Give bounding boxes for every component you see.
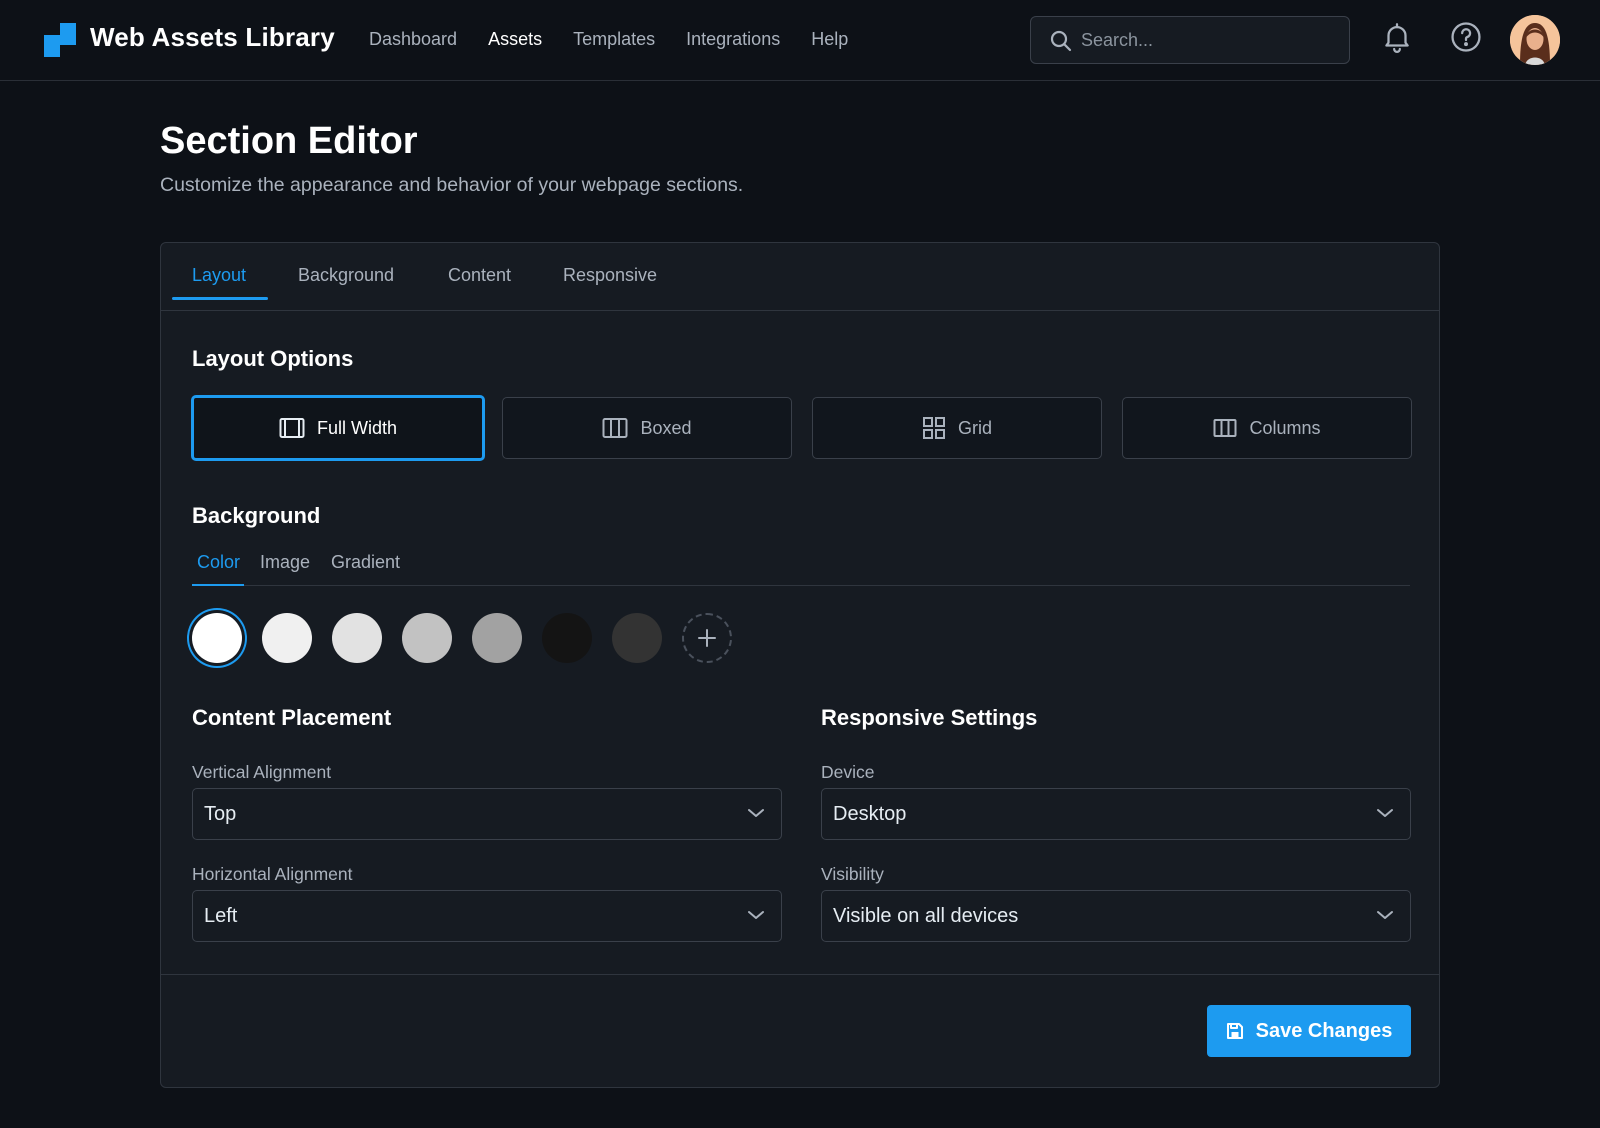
save-icon <box>1226 1023 1243 1039</box>
save-changes-label: Save Changes <box>1255 1019 1393 1042</box>
chevron-down-icon <box>748 809 764 817</box>
search-icon <box>1050 30 1072 52</box>
layout-options-title: Layout Options <box>192 346 354 371</box>
layout-option-label: Full Width <box>316 417 397 438</box>
page-subtitle: Customize the appearance and behavior of… <box>160 174 744 196</box>
full-width-icon <box>279 418 305 438</box>
save-changes-button[interactable]: Save Changes <box>1207 1005 1411 1057</box>
color-swatch[interactable] <box>262 613 312 663</box>
layout-option-boxed[interactable]: Boxed <box>502 397 792 459</box>
vertical-alignment-select[interactable]: Top <box>192 788 782 840</box>
layout-option-columns[interactable]: Columns <box>1122 397 1412 459</box>
visibility-select[interactable]: Visible on all devices <box>821 890 1411 942</box>
layout-option-label: Boxed <box>640 417 692 438</box>
responsive-settings-title: Responsive Settings <box>821 705 1038 730</box>
add-color-button[interactable] <box>682 613 732 663</box>
boxed-icon <box>602 418 628 438</box>
active-tab-indicator <box>172 297 268 300</box>
columns-icon <box>1213 419 1237 437</box>
color-swatch[interactable] <box>472 613 522 663</box>
horizontal-alignment-label: Horizontal Alignment <box>192 864 353 884</box>
color-swatch[interactable] <box>402 613 452 663</box>
color-swatch[interactable] <box>612 613 662 663</box>
search-box <box>1030 16 1350 64</box>
subtab-gradient[interactable]: Gradient <box>331 552 400 573</box>
help-circle-icon[interactable] <box>1449 20 1483 54</box>
layout-option-grid[interactable]: Grid <box>812 397 1102 459</box>
chevron-down-icon <box>748 911 764 919</box>
horizontal-alignment-select[interactable]: Left <box>192 890 782 942</box>
tab-background[interactable]: Background <box>298 265 394 286</box>
active-subtab-indicator <box>192 584 244 586</box>
tab-responsive[interactable]: Responsive <box>563 265 657 286</box>
page-title: Section Editor <box>160 120 418 162</box>
vertical-alignment-value: Top <box>204 803 237 825</box>
visibility-value: Visible on all devices <box>833 905 1019 927</box>
chevron-down-icon <box>1377 911 1393 919</box>
color-swatch[interactable] <box>542 613 592 663</box>
layout-option-label: Columns <box>1249 417 1321 438</box>
content-placement-title: Content Placement <box>192 705 392 730</box>
vertical-alignment-label: Vertical Alignment <box>192 762 332 782</box>
grid-icon <box>922 417 945 439</box>
nav-item-templates[interactable]: Templates <box>573 29 655 50</box>
device-select[interactable]: Desktop <box>821 788 1411 840</box>
chevron-down-icon <box>1377 809 1393 817</box>
logo-icon[interactable] <box>44 23 76 57</box>
background-subtabs: Color Image Gradient <box>192 552 1410 586</box>
nav-item-integrations[interactable]: Integrations <box>686 29 780 50</box>
nav-item-dashboard[interactable]: Dashboard <box>369 29 457 50</box>
top-navbar: Web Assets Library Dashboard Assets Temp… <box>0 0 1600 81</box>
horizontal-alignment-value: Left <box>204 905 238 927</box>
nav-item-assets[interactable]: Assets <box>488 29 542 50</box>
device-value: Desktop <box>833 803 907 825</box>
editor-tabs: Layout Background Content Responsive <box>161 243 1439 311</box>
layout-option-full-width[interactable]: Full Width <box>191 395 485 461</box>
subtab-image[interactable]: Image <box>260 552 310 573</box>
plus-icon <box>698 629 716 647</box>
background-title: Background <box>192 503 321 528</box>
brand-name[interactable]: Web Assets Library <box>90 22 335 53</box>
tab-content[interactable]: Content <box>448 265 511 286</box>
avatar[interactable] <box>1510 15 1560 65</box>
card-footer-divider <box>161 974 1439 975</box>
layout-option-label: Grid <box>957 417 992 438</box>
bell-icon[interactable] <box>1380 20 1414 54</box>
tab-layout[interactable]: Layout <box>192 265 246 286</box>
section-editor-card: Layout Background Content Responsive Lay… <box>160 242 1440 1088</box>
color-swatch[interactable] <box>332 613 382 663</box>
subtab-color[interactable]: Color <box>197 552 240 573</box>
search-input[interactable] <box>1081 17 1336 63</box>
main-nav: Dashboard Assets Templates Integrations … <box>369 29 879 50</box>
visibility-label: Visibility <box>821 864 884 884</box>
nav-item-help[interactable]: Help <box>811 29 848 50</box>
device-label: Device <box>821 762 875 782</box>
color-swatch-white[interactable] <box>192 613 242 663</box>
